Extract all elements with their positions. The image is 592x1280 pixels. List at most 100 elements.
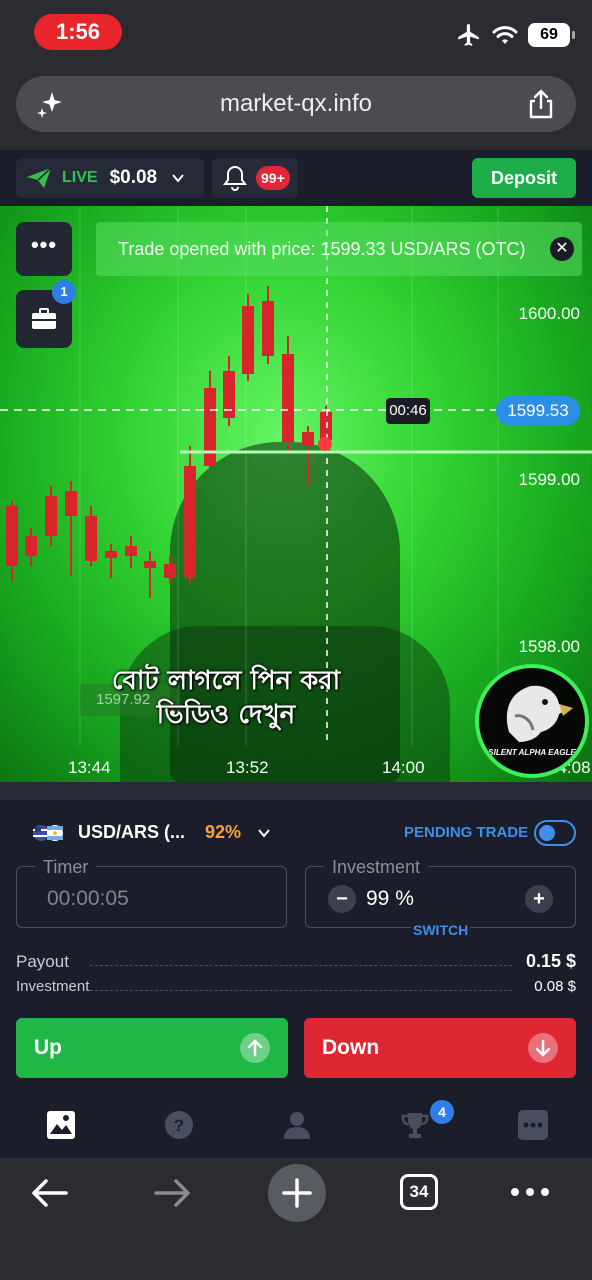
browser-toolbar: 34 (0, 1158, 592, 1280)
candle-body (320, 412, 332, 440)
candle-body (164, 564, 176, 578)
deposit-button[interactable]: Deposit (472, 158, 576, 198)
down-button-label: Down (322, 1036, 380, 1059)
current-price-tag: 1599.53 (496, 396, 580, 426)
investment-dots (90, 990, 512, 991)
svg-text:?: ? (174, 1116, 184, 1135)
asset-name: USD/ARS (... (78, 822, 186, 842)
pending-trade-toggle[interactable] (534, 820, 576, 846)
time-axis-label: 13:44 (68, 758, 111, 777)
investment-value[interactable]: 99 % (366, 887, 414, 911)
time-axis-label: 13:52 (226, 758, 269, 777)
investment-summary-value: 0.08 $ (534, 978, 576, 995)
panel-divider (0, 782, 592, 800)
eagle-icon (506, 685, 573, 742)
notifications-button[interactable]: 99+ (212, 158, 298, 198)
trophy-badge: 4 (430, 1100, 454, 1124)
clock: 1:56 (34, 14, 122, 50)
investment-legend: Investment (324, 857, 429, 878)
investment-field[interactable]: Investment − 99 % + (305, 857, 576, 928)
timer-value[interactable]: 00:00:05 (47, 887, 129, 911)
candle-countdown: 00:46 (386, 398, 430, 424)
payout-value: 0.15 $ (525, 951, 576, 971)
tabs-button[interactable]: 34 (400, 1174, 438, 1210)
chart-nav-icon[interactable] (46, 1110, 76, 1140)
platform-topbar: LIVE $0.08 99+ Deposit (0, 150, 592, 206)
timer-legend: Timer (35, 857, 97, 878)
airplane-icon (458, 24, 479, 46)
payout-dots (90, 965, 512, 966)
asset-selector[interactable]: USD/ARS (... 92% (32, 822, 271, 843)
up-button-label: Up (34, 1036, 62, 1059)
chart-menu-button[interactable]: ••• (16, 222, 72, 276)
caption-line: ভিডিও দেখুন (156, 700, 296, 730)
channel-logo: SILENT ALPHA EAGLE (475, 664, 589, 778)
notifications-badge: 99+ (256, 166, 290, 190)
price-chart[interactable]: ••• 1 Trade opened with price: 1599.33 U… (0, 206, 592, 782)
more-icon[interactable] (518, 1110, 548, 1140)
switch-button[interactable]: SWITCH (411, 922, 471, 938)
wifi-icon (492, 26, 518, 44)
decrease-investment-button[interactable]: − (328, 885, 356, 913)
candle-body (125, 546, 137, 556)
help-icon[interactable]: ? (164, 1110, 194, 1140)
candle-body (25, 536, 37, 556)
forward-icon[interactable] (152, 1178, 192, 1208)
channel-logo-text: SILENT ALPHA EAGLE (488, 748, 576, 757)
candle-body (223, 371, 235, 418)
status-icons: 69 (456, 22, 575, 48)
close-icon[interactable]: ✕ (550, 237, 574, 261)
candle-body (242, 306, 254, 374)
status-bar: 1:56 69 (0, 0, 592, 70)
caption-line: বোট লাগলে পিন করা (111, 666, 341, 696)
battery-indicator: 69 (528, 23, 575, 47)
up-button[interactable]: Up (16, 1018, 288, 1078)
pending-trade-label: PENDING TRADE (404, 824, 529, 841)
browser-url-area: market-qx.info (0, 70, 592, 150)
bottom-nav: ? 4 (0, 1096, 592, 1158)
portfolio-button[interactable]: 1 (16, 280, 76, 348)
chevron-down-icon (258, 828, 270, 838)
arrow-down-icon (528, 1033, 558, 1063)
candle-body (65, 491, 77, 516)
new-tab-button[interactable] (268, 1164, 326, 1222)
candle-body (85, 516, 97, 561)
price-level-label: 1598.00 (518, 637, 580, 656)
candle-body (204, 388, 216, 466)
increase-investment-button[interactable]: + (525, 885, 553, 913)
timer-field[interactable]: Timer 00:00:05 (16, 857, 287, 928)
profile-icon[interactable] (282, 1110, 312, 1140)
more-options-icon[interactable] (510, 1187, 550, 1197)
trade-panel: USD/ARS (... 92% PENDING TRADE Timer 00:… (0, 782, 592, 1096)
bell-icon (223, 165, 247, 191)
account-selector[interactable]: LIVE $0.08 (16, 158, 204, 198)
candle-body (184, 466, 196, 578)
trophy-icon[interactable] (400, 1110, 430, 1140)
video-overlay-caption: বোট লাগলে পিন করা ভিডিও দেখুন (96, 664, 356, 732)
candle-body (45, 496, 57, 536)
candle-body (144, 561, 156, 568)
candle-body (282, 354, 294, 442)
paper-plane-icon (27, 167, 52, 188)
investment-summary-label: Investment (16, 978, 90, 995)
arrow-up-icon (240, 1033, 270, 1063)
asset-payout-percent: 92% (205, 822, 242, 842)
back-icon[interactable] (30, 1178, 70, 1208)
briefcase-icon (32, 308, 56, 329)
share-icon[interactable] (526, 88, 556, 120)
candle-body (6, 506, 18, 566)
price-level-label: 1599.00 (518, 470, 580, 489)
portfolio-badge: 1 (52, 280, 76, 304)
candle-body (105, 551, 117, 558)
down-button[interactable]: Down (304, 1018, 576, 1078)
chevron-down-icon (172, 174, 184, 183)
trade-opened-toast: Trade opened with price: 1599.33 USD/ARS… (96, 222, 582, 276)
price-level-label: 1600.00 (518, 304, 580, 323)
time-axis-label: 14:00 (382, 758, 425, 777)
trade-open-marker (318, 437, 332, 451)
payout-label: Payout (16, 952, 69, 971)
url-bar[interactable]: market-qx.info (16, 76, 576, 132)
url-text[interactable]: market-qx.info (16, 76, 576, 132)
candle-body (262, 301, 274, 356)
candle-body (302, 432, 314, 446)
